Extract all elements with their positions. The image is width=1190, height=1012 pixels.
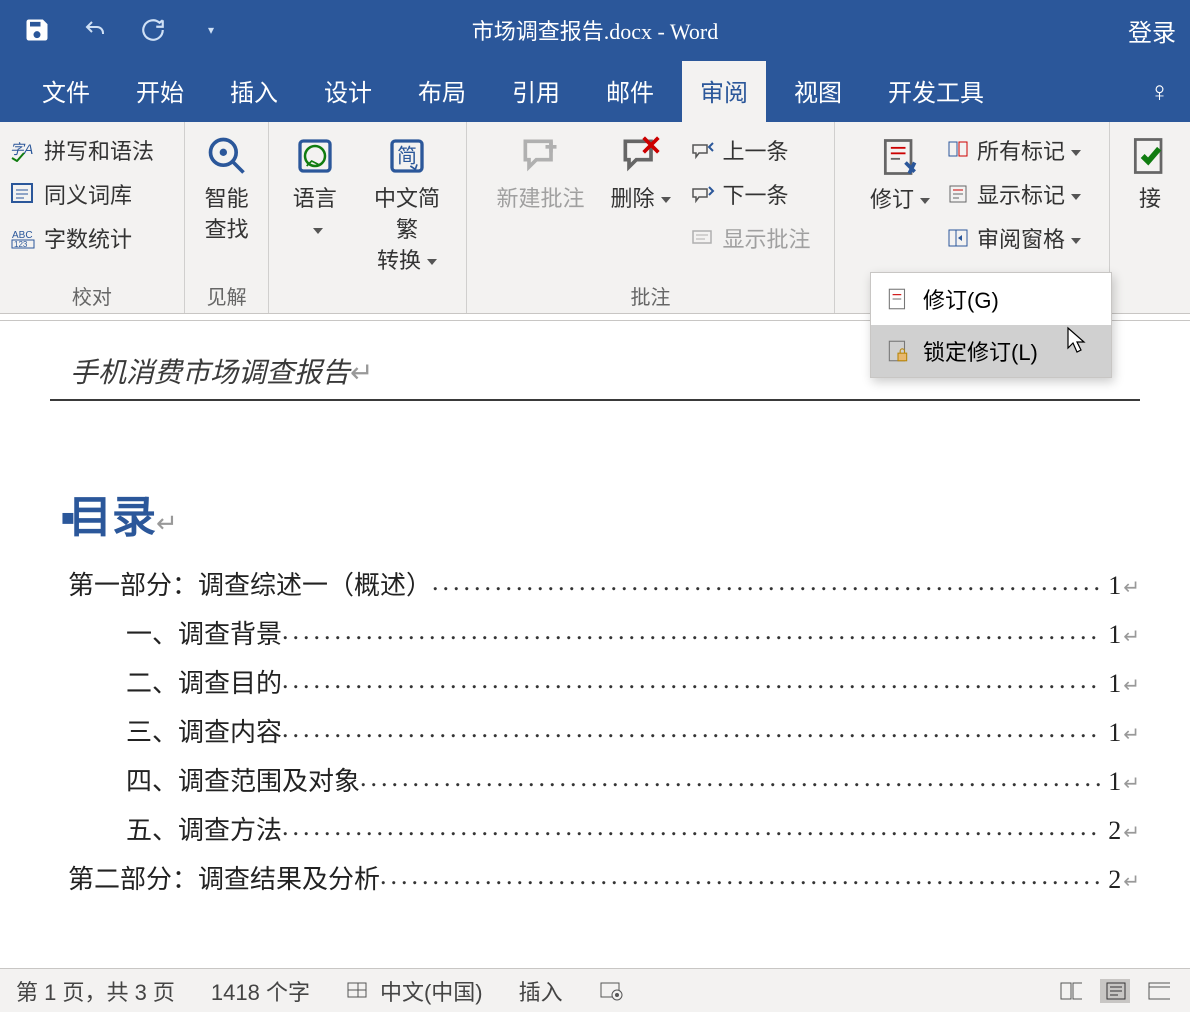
svg-text:123: 123: [14, 240, 28, 249]
thesaurus-icon: [10, 182, 38, 206]
undo-icon[interactable]: [78, 13, 112, 47]
view-web-layout-icon[interactable]: [1144, 979, 1174, 1003]
login-button[interactable]: 登录: [1128, 13, 1190, 48]
tab-view[interactable]: 视图: [776, 61, 860, 122]
smart-lookup-button[interactable]: 智能 查找: [197, 128, 257, 250]
language-status-icon: [346, 981, 370, 1001]
toc-entry[interactable]: 四、调查范围及对象 1↵: [126, 761, 1140, 798]
conversion-icon: 简: [383, 132, 431, 180]
document-area[interactable]: 手机消费市场调查报告↵ ▪目录↵ 第一部分：调查综述一（概述） 1↵一、调查背景…: [0, 320, 1190, 930]
view-print-layout-icon[interactable]: [1100, 979, 1130, 1003]
menu-item-track-changes[interactable]: 修订(G): [871, 273, 1111, 325]
accept-button[interactable]: 接: [1120, 128, 1180, 219]
show-comments-button: 显示批注: [691, 220, 811, 256]
group-changes: 接: [1110, 122, 1190, 313]
accept-icon: [1126, 132, 1174, 180]
display-for-review-dropdown[interactable]: 所有标记: [947, 132, 1081, 168]
group-label-insights: 见解: [207, 281, 247, 313]
group-label-proofing: 校对: [72, 281, 112, 313]
group-language: 语言 简 中文简繁 转换: [269, 122, 465, 313]
new-comment-icon: [516, 132, 564, 180]
track-changes-button[interactable]: 修订: [863, 128, 937, 221]
tab-mail[interactable]: 邮件: [588, 61, 672, 122]
svg-text:简: 简: [397, 145, 417, 168]
redo-icon[interactable]: [136, 13, 170, 47]
tell-me-icon[interactable]: ♀: [1139, 76, 1190, 122]
status-macro-icon[interactable]: [599, 981, 623, 1001]
header-rule: [50, 399, 1140, 401]
next-comment-button[interactable]: 下一条: [691, 176, 811, 212]
status-word-count[interactable]: 1418 个字: [211, 975, 310, 1007]
tab-review[interactable]: 审阅: [682, 61, 766, 122]
tab-layout[interactable]: 布局: [400, 61, 484, 122]
reviewing-pane-dropdown[interactable]: 审阅窗格: [947, 220, 1081, 256]
reviewing-pane-icon: [947, 228, 971, 248]
statusbar: 第 1 页，共 3 页 1418 个字 中文(中国) 插入: [0, 968, 1190, 1012]
show-comments-icon: [691, 227, 717, 249]
thesaurus-button[interactable]: 同义词库: [10, 176, 174, 212]
status-page-info[interactable]: 第 1 页，共 3 页: [16, 975, 175, 1007]
group-proofing: 字A 拼写和语法 同义词库 ABC123 字数统计 校对: [0, 122, 185, 313]
lock-icon: [885, 338, 911, 364]
language-button[interactable]: 语言: [279, 128, 350, 250]
customize-qat-icon[interactable]: ▾: [194, 13, 228, 47]
spelling-icon: 字A: [10, 138, 38, 162]
track-changes-dropdown: 修订(G) 锁定修订(L): [870, 272, 1112, 378]
ribbon-tabs: 文件 开始 插入 设计 布局 引用 邮件 审阅 视图 开发工具 ♀: [0, 60, 1190, 122]
save-icon[interactable]: [20, 13, 54, 47]
status-language[interactable]: 中文(中国): [346, 975, 483, 1007]
group-insights: 智能 查找 见解: [185, 122, 270, 313]
smart-lookup-icon: [203, 132, 251, 180]
tab-file[interactable]: 文件: [24, 61, 108, 122]
status-insert-mode[interactable]: 插入: [519, 975, 563, 1007]
titlebar: ▾ 市场调查报告.docx - Word 登录: [0, 0, 1190, 60]
track-icon: [885, 286, 911, 312]
wordcount-icon: ABC123: [10, 226, 38, 250]
view-read-mode-icon[interactable]: [1056, 979, 1086, 1003]
toc-entry[interactable]: 二、调查目的 1↵: [126, 663, 1140, 700]
spelling-grammar-button[interactable]: 字A 拼写和语法: [10, 132, 174, 168]
prev-comment-icon: [691, 139, 717, 161]
compare-icon: [947, 140, 971, 160]
group-label-language: [279, 281, 455, 313]
tracking-options: 所有标记 显示标记 审阅窗格: [947, 128, 1081, 256]
group-label-comments: 批注: [631, 281, 671, 313]
tab-home[interactable]: 开始: [118, 61, 202, 122]
show-markup-dropdown[interactable]: 显示标记: [947, 176, 1081, 212]
word-count-button[interactable]: ABC123 字数统计: [10, 220, 174, 256]
toc-list: 第一部分：调查综述一（概述） 1↵ 一、调查背景 1↵ 二、调查目的 1↵ 三、调查内…: [50, 565, 1140, 896]
tab-insert[interactable]: 插入: [212, 61, 296, 122]
comment-nav: 上一条 下一条 显示批注: [691, 128, 811, 256]
new-comment-button: 新建批注: [490, 128, 590, 219]
menu-item-lock-tracking[interactable]: 锁定修订(L): [871, 325, 1111, 377]
toc-title: ▪目录↵: [60, 481, 1140, 545]
tab-developer[interactable]: 开发工具: [870, 61, 1002, 122]
language-icon: [291, 132, 339, 180]
delete-comment-icon: [616, 132, 664, 180]
toc-entry[interactable]: 第一部分：调查综述一（概述） 1↵: [68, 565, 1140, 602]
toc-entry[interactable]: 第二部分：调查结果及分析 2↵: [68, 859, 1140, 896]
tab-design[interactable]: 设计: [306, 61, 390, 122]
toc-entry[interactable]: 五、调查方法 2↵: [126, 810, 1140, 847]
toc-entry[interactable]: 一、调查背景 1↵: [126, 614, 1140, 651]
previous-comment-button[interactable]: 上一条: [691, 132, 811, 168]
show-markup-icon: [947, 184, 971, 204]
track-changes-icon: [876, 133, 924, 181]
document-page: 手机消费市场调查报告↵ ▪目录↵ 第一部分：调查综述一（概述） 1↵一、调查背景…: [10, 321, 1180, 896]
toc-entry[interactable]: 三、调查内容 1↵: [126, 712, 1140, 749]
delete-comment-button[interactable]: 删除: [604, 128, 676, 219]
chinese-conversion-button[interactable]: 简 中文简繁 转换: [358, 128, 456, 280]
next-comment-icon: [691, 183, 717, 205]
quick-access-toolbar: ▾: [0, 13, 228, 47]
group-comments: 新建批注 删除 上一条 下一条 显示批注: [466, 122, 835, 313]
tab-references[interactable]: 引用: [494, 61, 578, 122]
